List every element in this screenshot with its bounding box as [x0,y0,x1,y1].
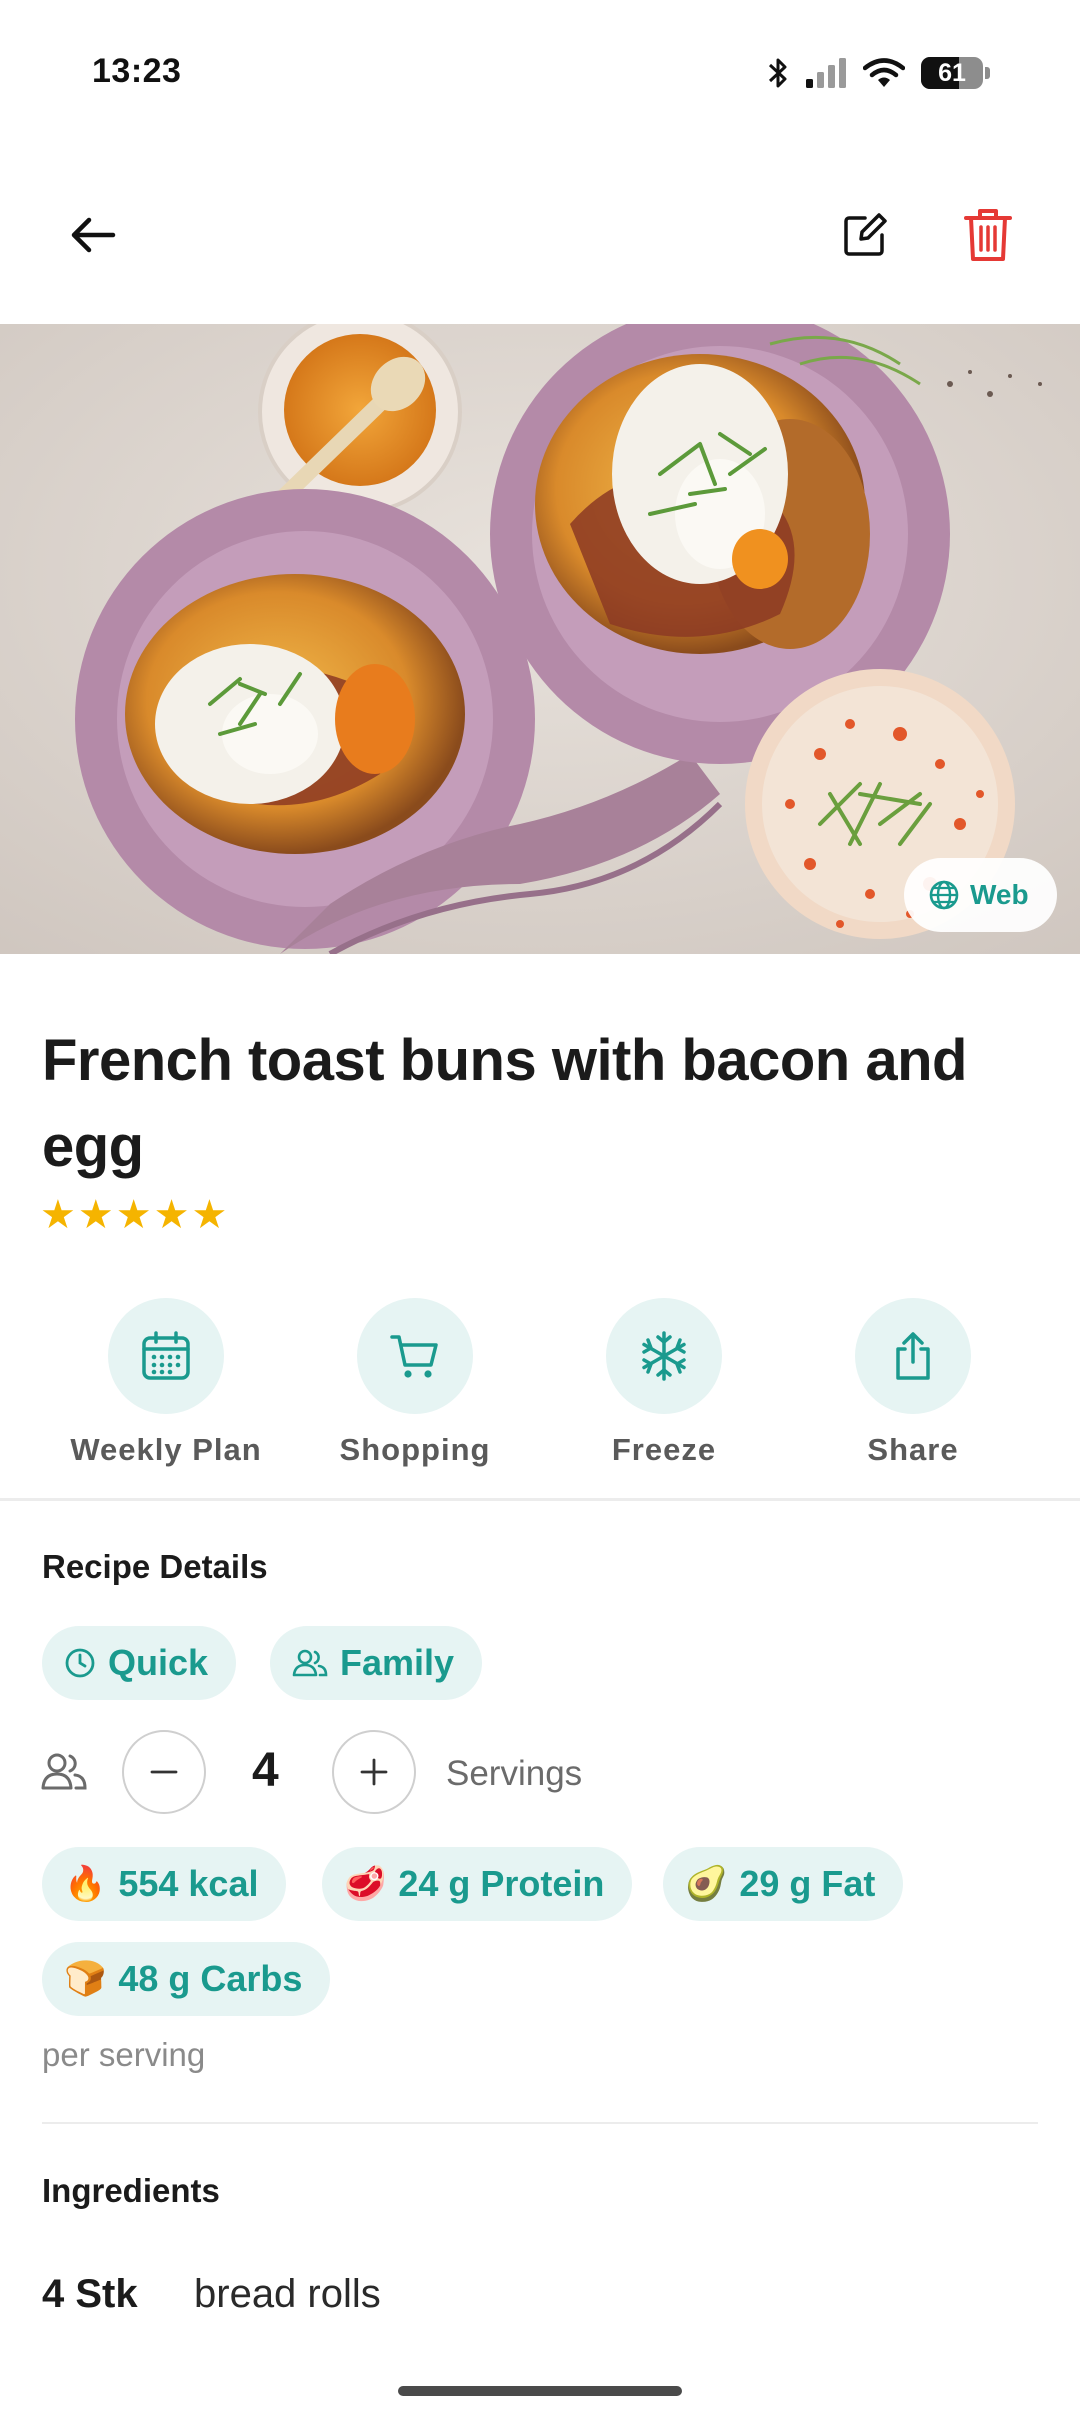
battery-level: 61 [938,59,966,87]
freeze-label: Freeze [611,1432,717,1467]
nutrition-protein-label: 24 g Protein [398,1863,605,1904]
people-icon [292,1649,328,1677]
share-action[interactable]: Share [793,1298,1033,1468]
globe-icon [929,880,959,910]
calendar-icon [142,1331,190,1380]
ingredient-row: 4 Stk bread rolls [42,2272,381,2317]
quick-actions: Weekly Plan Shopping Freeze Share [0,1298,1080,1468]
signal-icon [806,58,846,88]
nutrition-fat-label: 29 g Fat [739,1863,876,1904]
cart-icon [390,1335,438,1378]
recipe-title: French toast buns with bacon and egg [42,1028,967,1179]
tag-family-label: Family [340,1642,455,1683]
increase-servings-button[interactable] [332,1730,416,1814]
top-app-bar [0,180,1080,290]
avocado-icon: 🥑 [685,1865,728,1903]
recipe-details-heading: Recipe Details [42,1548,268,1585]
share-icon [896,1332,930,1380]
ingredient-name: bread rolls [194,2272,381,2316]
weekly-plan-action[interactable]: Weekly Plan [46,1298,286,1468]
people-icon [41,1753,87,1790]
decrease-servings-button[interactable] [122,1730,206,1814]
servings-count: 4 [252,1744,279,1797]
ingredient-quantity: 4 Stk [42,2272,138,2316]
source-web-badge[interactable]: Web [904,858,1057,932]
status-bar: 13:23 61 [0,0,1080,150]
shopping-action[interactable]: Shopping [295,1298,535,1468]
trash-icon [964,209,1012,261]
edit-button[interactable] [820,190,910,280]
plus-icon [360,1758,388,1786]
tag-quick[interactable]: Quick [42,1626,237,1700]
edit-icon [844,213,887,256]
meat-icon: 🥩 [344,1865,387,1903]
clock-icon [65,1648,95,1678]
minus-icon [150,1770,178,1774]
nutrition-protein-chip: 🥩 24 g Protein [322,1847,633,1921]
shopping-label: Shopping [339,1432,491,1467]
snowflake-icon [642,1331,686,1381]
freeze-action[interactable]: Freeze [544,1298,784,1468]
home-indicator[interactable] [398,2386,682,2396]
bluetooth-icon [768,58,787,88]
rating-stars[interactable]: ★★★★★ [40,1192,229,1238]
nutrition-kcal-label: 554 kcal [118,1863,259,1904]
back-button[interactable] [48,190,138,280]
nutrition-kcal-chip: 🔥 554 kcal [42,1847,287,1921]
tag-family[interactable]: Family [270,1626,483,1700]
status-icons: 61 [767,56,990,90]
section-divider [0,1498,1080,1501]
nutrition-carbs-chip: 🍞 48 g Carbs [42,1942,331,2016]
share-label: Share [867,1432,959,1467]
per-serving-note: per serving [42,2036,206,2073]
arrow-left-icon [71,217,116,253]
ingredients-heading: Ingredients [42,2172,220,2209]
recipe-hero-image [0,324,1080,954]
tag-quick-label: Quick [108,1642,209,1683]
weekly-plan-label: Weekly Plan [70,1432,262,1467]
servings-label: Servings [446,1754,583,1793]
wifi-icon [863,58,905,87]
bread-icon: 🍞 [64,1960,107,1998]
status-time: 13:23 [92,52,182,90]
nutrition-carbs-label: 48 g Carbs [118,1958,303,1999]
source-web-label: Web [970,879,1029,910]
battery-indicator: 61 [921,57,990,89]
fire-icon: 🔥 [64,1865,107,1903]
section-divider [42,2122,1038,2124]
nutrition-fat-chip: 🥑 29 g Fat [663,1847,904,1921]
delete-button[interactable] [943,190,1033,280]
food-photo [0,324,1080,954]
